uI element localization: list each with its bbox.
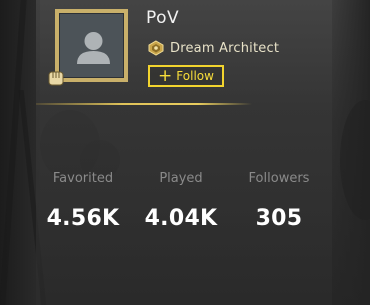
stat-followers[interactable]: Followers 305: [234, 171, 324, 231]
stat-value: 4.56K: [46, 206, 120, 231]
stat-value: 305: [255, 206, 303, 231]
plus-icon: +: [158, 65, 173, 86]
avatar[interactable]: [55, 9, 128, 82]
follow-button-label: Follow: [176, 69, 214, 83]
stat-label: Played: [159, 171, 203, 186]
stat-played: Played 4.04K: [136, 171, 226, 231]
follow-button[interactable]: + Follow: [148, 65, 224, 87]
architect-emblem-icon: [148, 40, 164, 56]
fist-badge-icon: [48, 71, 64, 86]
stat-value: 4.04K: [144, 206, 218, 231]
player-name: PoV: [146, 8, 180, 28]
stat-label: Followers: [248, 171, 310, 186]
stat-label: Favorited: [52, 171, 114, 186]
profile-panel: PoV Dream Architect + Follow Favorited 4…: [0, 0, 370, 305]
player-title: Dream Architect: [147, 39, 279, 57]
header-divider: [36, 103, 252, 105]
stat-favorited: Favorited 4.56K: [38, 171, 128, 231]
default-user-icon: [59, 13, 124, 78]
player-title-label: Dream Architect: [170, 40, 280, 56]
